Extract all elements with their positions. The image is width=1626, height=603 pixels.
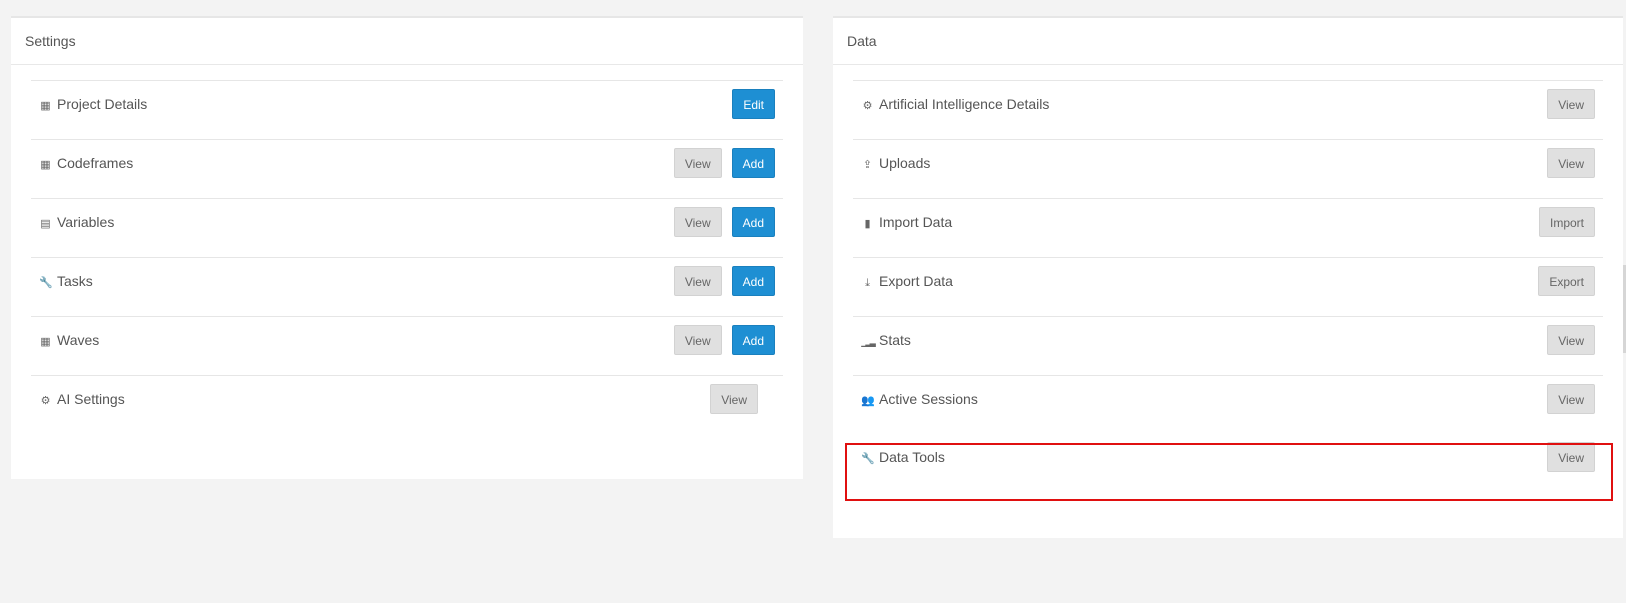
uploads-view-button[interactable]: View [1547,148,1595,178]
ai-details-label: Artificial Intelligence Details [879,96,1050,112]
uploads-label: Uploads [879,155,931,171]
project-details-edit-button[interactable]: Edit [732,89,775,119]
settings-row-codeframes: ▦ Codeframes View Add [31,139,783,198]
variables-view-button[interactable]: View [673,207,722,237]
data-panel: Data ⚙ Artificial Intelligence Details Vi… [833,16,1623,538]
settings-row-variables: ▤ Variables View Add [31,198,783,257]
settings-row-project-details: ▦ Project Details Edit [31,80,783,139]
data-row-uploads: ⇪ Uploads View [853,139,1603,198]
gears-icon: ⚙ [40,395,51,407]
file-icon: ▮ [864,218,871,230]
ai-settings-view-button[interactable]: View [710,384,758,414]
settings-row-ai-settings: ⚙ AI Settings View [31,375,783,434]
data-list: ⚙ Artificial Intelligence Details View ⇪ U… [853,80,1603,493]
data-row-ai-details: ⚙ Artificial Intelligence Details View [853,80,1603,139]
wrench-icon: 🔧 [39,277,53,289]
export-button[interactable]: Export [1538,266,1595,296]
export-data-label: Export Data [879,273,953,289]
codeframes-add-button[interactable]: Add [731,148,775,178]
tasks-view-button[interactable]: View [673,266,722,296]
import-data-label: Import Data [879,214,953,230]
ai-settings-label: AI Settings [57,391,125,407]
variables-add-button[interactable]: Add [731,207,775,237]
tasks-label: Tasks [57,273,93,289]
settings-row-waves: ▦ Waves View Add [31,316,783,375]
active-sessions-label: Active Sessions [879,391,978,407]
codeframes-label: Codeframes [57,155,134,171]
stats-label: Stats [879,332,911,348]
variables-label: Variables [57,214,115,230]
signal-icon: ▁▂▃ [861,338,875,347]
download-icon: ⤓ [865,277,870,289]
wrench-icon: 🔧 [861,453,875,465]
waves-view-button[interactable]: View [673,325,722,355]
data-row-import-data: ▮ Import Data Import [853,198,1603,257]
tasks-add-button[interactable]: Add [731,266,775,296]
waves-label: Waves [57,332,100,348]
calculator-icon: ▤ [40,218,51,230]
data-row-data-tools: 🔧 Data Tools View [853,434,1603,493]
import-button[interactable]: Import [1538,207,1595,237]
calendar-icon: ▦ [40,336,51,348]
project-details-label: Project Details [57,96,148,112]
stats-view-button[interactable]: View [1547,325,1595,355]
data-row-export-data: ⤓ Export Data Export [853,257,1603,316]
settings-row-tasks: 🔧 Tasks View Add [31,257,783,316]
data-row-active-sessions: 👥 Active Sessions View [853,375,1603,434]
data-row-stats: ▁▂▃ Stats View [853,316,1603,375]
ai-details-view-button[interactable]: View [1547,89,1595,119]
table-icon: ▦ [40,159,51,171]
settings-list: ▦ Project Details Edit ▦ Codeframes View A… [31,80,783,434]
users-icon: 👥 [861,395,875,407]
waves-add-button[interactable]: Add [731,325,775,355]
data-tools-view-button[interactable]: View [1547,442,1595,472]
upload-icon: ⇪ [862,159,873,171]
settings-panel-title: Settings [11,18,803,65]
settings-panel: Settings ▦ Project Details Edit ▦ Codefram… [11,16,803,479]
gears-icon: ⚙ [862,100,873,112]
table-icon: ▦ [40,100,51,112]
codeframes-view-button[interactable]: View [673,148,722,178]
data-tools-label: Data Tools [879,449,945,465]
data-panel-title: Data [833,18,1623,65]
active-sessions-view-button[interactable]: View [1547,384,1595,414]
